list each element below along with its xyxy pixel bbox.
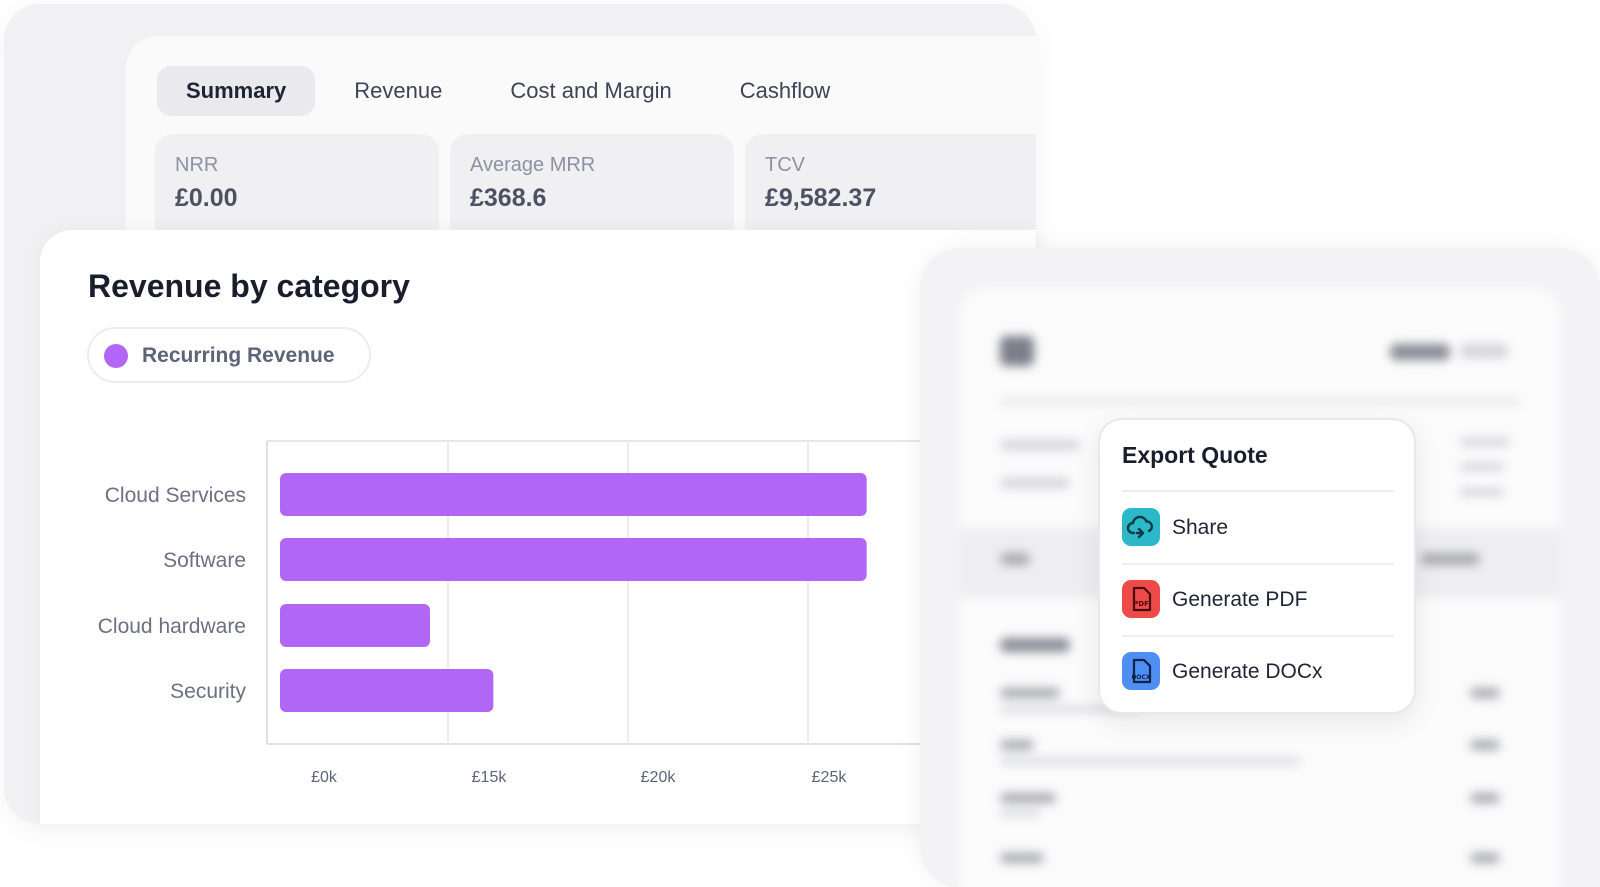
share-button[interactable]: Share <box>1122 500 1394 556</box>
tab-cost-and-margin[interactable]: Cost and Margin <box>481 66 700 116</box>
export-quote-popover: Export Quote Share PDF Generate PDF DOCX <box>1098 418 1416 714</box>
kpi-label: NRR <box>175 154 219 176</box>
x-tick-label: £25k <box>812 769 848 786</box>
report-tabs: Summary Revenue Cost and Margin Cashflow <box>157 66 869 116</box>
bar <box>280 473 867 516</box>
kpi-card-nrr: NRR £0.00 <box>155 134 439 244</box>
bar <box>280 538 867 581</box>
tab-cashflow[interactable]: Cashflow <box>711 66 859 116</box>
revenue-bar-chart: £0k £15k £20k £25k Cloud Services Software Clo… <box>98 440 920 786</box>
kpi-card-average-mrr: Average MRR £368.6 <box>450 134 734 244</box>
category-label: Software <box>163 549 246 572</box>
tab-revenue[interactable]: Revenue <box>325 66 471 116</box>
revenue-chart-card: Revenue by category Recurring Revenue £0… <box>40 230 1036 824</box>
export-quote-title: Export Quote <box>1122 442 1268 468</box>
divider <box>1122 490 1394 492</box>
kpi-value: £9,582.37 <box>765 184 877 212</box>
generate-pdf-label: Generate PDF <box>1172 588 1308 611</box>
divider <box>1122 563 1394 565</box>
generate-docx-button[interactable]: DOCX Generate DOCx <box>1122 644 1394 700</box>
category-label: Security <box>170 680 246 703</box>
bar <box>280 669 494 712</box>
kpi-value: £0.00 <box>175 184 238 212</box>
generate-docx-label: Generate DOCx <box>1172 660 1323 683</box>
kpi-label: TCV <box>765 154 805 176</box>
bar <box>280 604 430 647</box>
x-tick-label: £15k <box>472 769 508 786</box>
kpi-card-tcv: TCV £9,582.37 <box>745 134 1036 244</box>
docx-file-icon: DOCX <box>1122 652 1160 690</box>
divider <box>1122 635 1394 637</box>
share-label: Share <box>1172 516 1229 539</box>
kpi-value: £368.6 <box>470 184 547 212</box>
svg-text:DOCX: DOCX <box>1131 674 1150 681</box>
svg-text:PDF: PDF <box>1133 600 1149 608</box>
x-tick-label: £20k <box>641 769 677 786</box>
kpi-label: Average MRR <box>470 154 596 176</box>
x-tick-label: £0k <box>311 769 338 786</box>
category-label: Cloud Services <box>105 484 246 507</box>
tab-summary[interactable]: Summary <box>157 66 316 116</box>
cloud-share-icon <box>1122 508 1160 546</box>
pdf-file-icon: PDF <box>1122 580 1160 618</box>
generate-pdf-button[interactable]: PDF Generate PDF <box>1122 572 1394 628</box>
category-label: Cloud hardware <box>98 615 246 638</box>
